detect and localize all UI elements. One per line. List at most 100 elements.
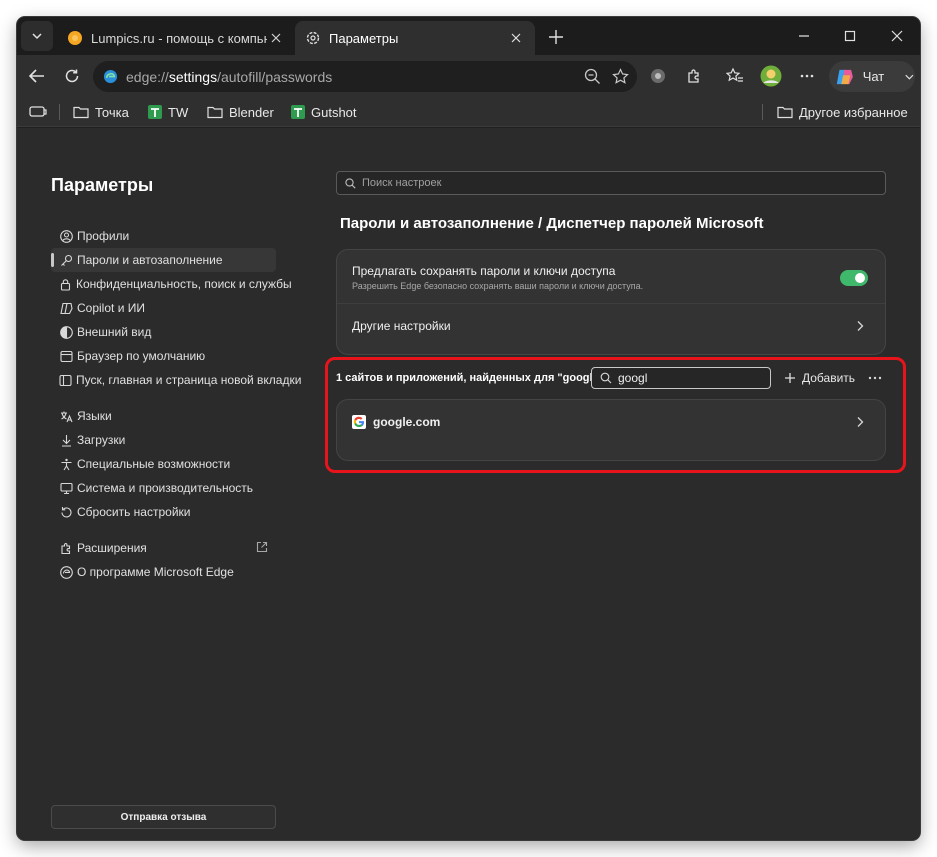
chevron-down-icon bbox=[905, 74, 914, 80]
tab-title: Lumpics.ru - помощь с компьютером bbox=[91, 30, 267, 46]
extensions-icon bbox=[60, 542, 70, 554]
tab-settings[interactable]: Параметры bbox=[295, 21, 535, 55]
edge-logo-icon bbox=[103, 69, 118, 84]
sidebar-item-copilot[interactable]: Copilot и ИИ bbox=[51, 296, 276, 320]
favorites-button[interactable] bbox=[721, 62, 749, 90]
sidebar-item-label: Браузер по умолчанию bbox=[77, 349, 206, 363]
search-icon bbox=[345, 177, 356, 189]
avatar-icon bbox=[760, 65, 782, 87]
toolbar: edge://settings/autofill/passwords Чат bbox=[17, 55, 920, 97]
browser-essentials-button[interactable] bbox=[644, 62, 672, 90]
edge-icon bbox=[59, 565, 73, 579]
feedback-button[interactable]: Отправка отзыва bbox=[51, 805, 276, 829]
other-favorites[interactable]: Другое избранное bbox=[777, 102, 908, 122]
browser-window: Lumpics.ru - помощь с компьютером Параме… bbox=[17, 17, 920, 840]
favorites-star-list-icon bbox=[726, 67, 743, 82]
collections-button[interactable] bbox=[29, 102, 47, 122]
sidebar-title: Параметры bbox=[51, 175, 154, 195]
password-search-value: googl bbox=[618, 371, 648, 385]
sidebar-item-appearance[interactable]: Внешний вид bbox=[51, 320, 276, 344]
sidebar-item-accessibility[interactable]: Специальные возможности bbox=[51, 452, 276, 476]
offer-save-title: Предлагать сохранять пароли и ключи дост… bbox=[352, 264, 616, 278]
favorite-item[interactable]: Blender bbox=[207, 102, 274, 122]
new-tab-button[interactable] bbox=[543, 25, 569, 49]
minimize-icon bbox=[799, 35, 809, 37]
more-options-button[interactable] bbox=[865, 368, 885, 388]
sidebar-item-system[interactable]: Система и производительность bbox=[51, 476, 276, 500]
search-icon bbox=[600, 372, 612, 384]
chevron-right-icon[interactable] bbox=[855, 320, 865, 332]
favorite-star-icon[interactable] bbox=[612, 68, 629, 85]
sidebar-item-label: Сбросить настройки bbox=[77, 505, 191, 519]
back-arrow-icon bbox=[28, 69, 44, 83]
sidebar-item-languages[interactable]: Языки bbox=[51, 404, 276, 428]
accessibility-icon bbox=[61, 458, 71, 470]
more-dots-icon bbox=[868, 376, 882, 380]
maximize-icon bbox=[844, 30, 856, 42]
favorite-label: TW bbox=[168, 104, 189, 120]
sidebar-item-about[interactable]: О программе Microsoft Edge bbox=[51, 560, 276, 584]
green-bookmark-icon bbox=[148, 105, 162, 119]
sidebar-nav: Профили Пароли и автозаполнение Конфиден… bbox=[51, 224, 301, 584]
sidebar-item-reset[interactable]: Сбросить настройки bbox=[51, 500, 276, 524]
favorite-label: Точка bbox=[95, 104, 129, 120]
offer-save-toggle[interactable] bbox=[840, 270, 868, 286]
sidebar-item-start-home[interactable]: Пуск, главная и страница новой вкладки bbox=[51, 368, 301, 392]
puzzle-icon bbox=[688, 69, 699, 83]
reset-icon bbox=[60, 506, 72, 518]
search-settings-input[interactable]: Поиск настроек bbox=[336, 171, 886, 195]
tab-actions-button[interactable] bbox=[21, 21, 53, 51]
download-icon bbox=[61, 434, 71, 447]
extensions-button[interactable] bbox=[680, 62, 708, 90]
other-settings-link[interactable]: Другие настройки bbox=[352, 319, 451, 333]
more-menu-button[interactable] bbox=[793, 62, 821, 90]
address-url: edge://settings/autofill/passwords bbox=[126, 68, 333, 85]
maximize-button[interactable] bbox=[835, 23, 865, 49]
favorite-item[interactable]: TW bbox=[148, 102, 188, 122]
minimize-button[interactable] bbox=[789, 23, 819, 49]
favorite-item[interactable]: Точка bbox=[73, 102, 129, 122]
key-icon bbox=[60, 254, 72, 266]
tab-bar: Lumpics.ru - помощь с компьютером Параме… bbox=[17, 17, 920, 55]
refresh-button[interactable] bbox=[58, 62, 86, 90]
favorites-divider bbox=[762, 104, 763, 120]
lock-icon bbox=[60, 278, 71, 291]
password-search-input[interactable]: googl bbox=[591, 367, 771, 389]
chevron-right-icon[interactable] bbox=[855, 416, 865, 428]
sidebar-item-label: Загрузки bbox=[77, 433, 126, 447]
add-label: Добавить bbox=[802, 371, 856, 385]
close-icon[interactable] bbox=[267, 29, 285, 47]
collections-icon bbox=[29, 106, 47, 117]
results-count: 1 сайтов и приложений, найденных для "go… bbox=[336, 372, 598, 384]
more-dots-icon bbox=[800, 74, 814, 78]
close-icon[interactable] bbox=[507, 29, 525, 47]
back-button[interactable] bbox=[23, 62, 51, 90]
sidebar-item-downloads[interactable]: Загрузки bbox=[51, 428, 276, 452]
green-bookmark-icon bbox=[291, 105, 305, 119]
refresh-icon bbox=[65, 69, 79, 83]
add-password-button[interactable]: Добавить bbox=[784, 368, 855, 388]
profile-avatar[interactable] bbox=[757, 62, 785, 90]
folder-icon bbox=[207, 106, 223, 119]
browser-icon bbox=[59, 350, 73, 362]
gear-icon bbox=[306, 31, 320, 45]
sidebar-item-profiles[interactable]: Профили bbox=[51, 224, 276, 248]
chevron-down-icon bbox=[32, 33, 42, 40]
copilot-chat-button[interactable]: Чат bbox=[829, 61, 915, 92]
address-bar[interactable]: edge://settings/autofill/passwords bbox=[93, 61, 637, 92]
sidebar-item-label: Система и производительность bbox=[77, 481, 254, 495]
sidebar-item-label: Внешний вид bbox=[77, 325, 152, 339]
copilot-icon bbox=[836, 69, 853, 84]
zoom-out-icon[interactable] bbox=[584, 68, 601, 85]
sidebar-item-default-browser[interactable]: Браузер по умолчанию bbox=[51, 344, 276, 368]
sidebar-item-passwords[interactable]: Пароли и автозаполнение bbox=[51, 248, 276, 272]
favorite-label: Blender bbox=[229, 104, 274, 120]
tab-lumpics[interactable]: Lumpics.ru - помощь с компьютером bbox=[57, 21, 295, 55]
favorite-item[interactable]: Gutshot bbox=[291, 102, 357, 122]
sidebar-item-privacy[interactable]: Конфиденциальность, поиск и службы bbox=[51, 272, 292, 296]
saved-site-row[interactable]: google.com bbox=[352, 415, 440, 429]
sidebar-item-extensions[interactable]: Расширения bbox=[51, 536, 276, 560]
close-window-button[interactable] bbox=[882, 23, 912, 49]
